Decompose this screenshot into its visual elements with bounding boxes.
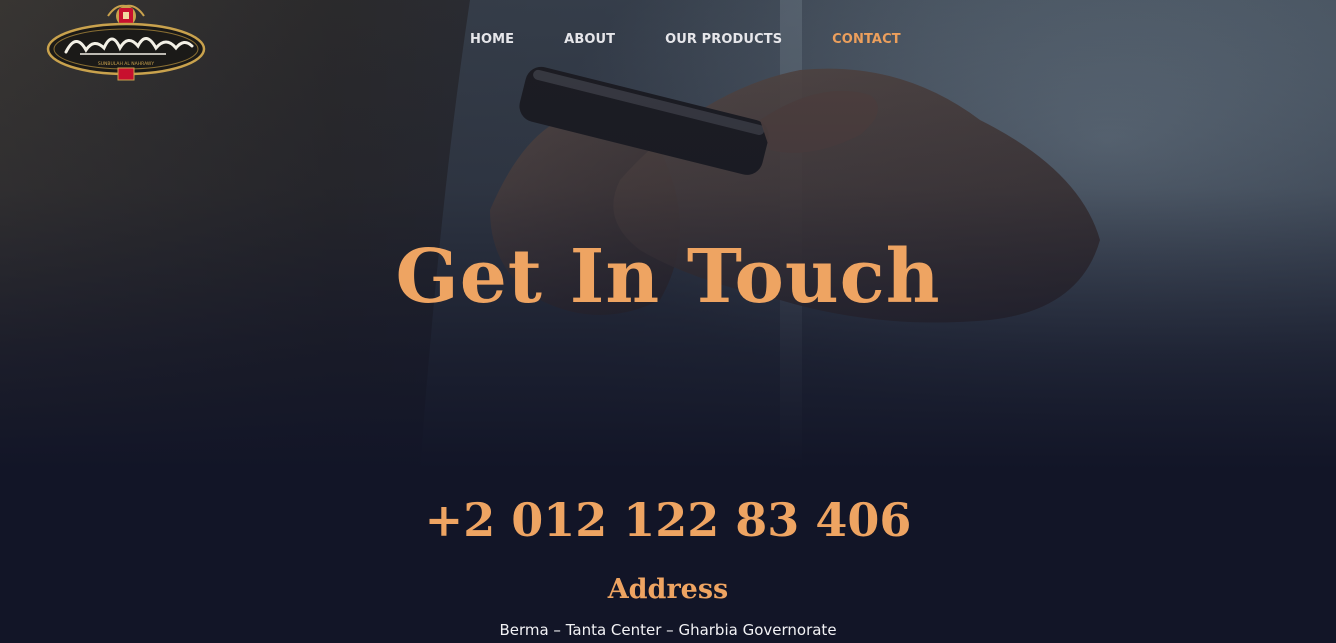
nav-home-link[interactable]: HOME <box>470 31 514 49</box>
phone-number-link[interactable]: +2 012 122 83 406 <box>0 490 1336 550</box>
page: SUNBULAH AL NAHRAWY HOME ABOUT OUR PRODU… <box>0 0 1336 643</box>
address-text: Berma – Tanta Center – Gharbia Governora… <box>499 621 837 639</box>
logo-emblem-icon: SUNBULAH AL NAHRAWY <box>46 4 206 81</box>
svg-text:SUNBULAH AL NAHRAWY: SUNBULAH AL NAHRAWY <box>98 61 154 67</box>
hero-title: Get In Touch <box>395 234 941 320</box>
main-nav: HOME ABOUT OUR PRODUCTS CONTACT <box>470 31 951 49</box>
nav-our-products-link[interactable]: OUR PRODUCTS <box>665 31 782 49</box>
address-heading: Address <box>607 574 729 605</box>
nav-contact-link[interactable]: CONTACT <box>832 31 901 49</box>
nav-about-link[interactable]: ABOUT <box>564 31 615 49</box>
brand-logo[interactable]: SUNBULAH AL NAHRAWY <box>46 2 208 82</box>
